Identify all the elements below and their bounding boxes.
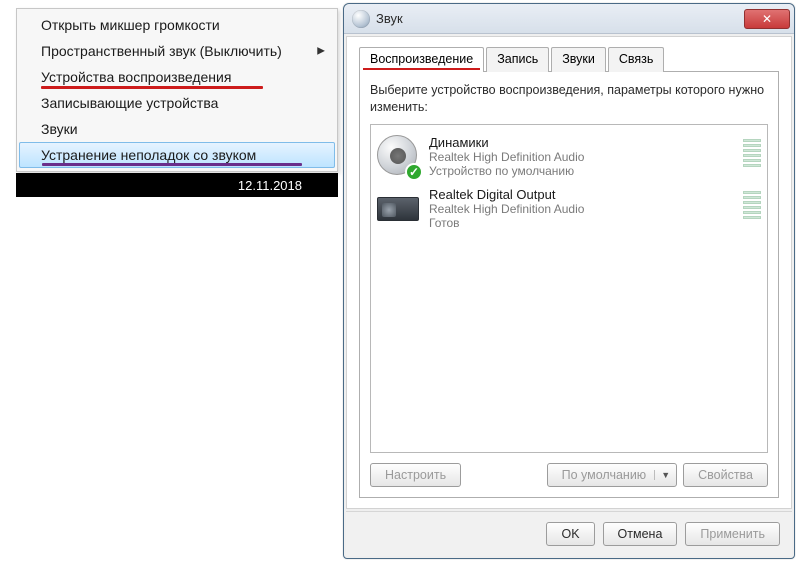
button-label: OK	[561, 527, 579, 541]
device-driver: Realtek High Definition Audio	[429, 150, 584, 164]
device-name: Realtek Digital Output	[429, 187, 584, 202]
dialog-footer: OK Отмена Применить	[346, 511, 792, 556]
taskbar-date: 12.11.2018	[238, 178, 302, 193]
button-label: Отмена	[618, 527, 663, 541]
close-icon: ✕	[762, 12, 772, 26]
device-button-row: Настроить По умолчанию ▼ Свойства	[370, 463, 768, 487]
tab-recording[interactable]: Запись	[486, 47, 549, 72]
ctx-label: Звуки	[41, 121, 78, 137]
ctx-item-volume-mixer[interactable]: Открыть микшер громкости	[19, 12, 335, 38]
sound-dialog: Звук ✕ Воспроизведение Запись Звуки Связ…	[343, 3, 795, 559]
ctx-item-spatial-sound[interactable]: Пространственный звук (Выключить) ▶	[19, 38, 335, 64]
set-default-button[interactable]: По умолчанию ▼	[547, 463, 677, 487]
tab-sounds[interactable]: Звуки	[551, 47, 606, 72]
annotation-underline-icon	[363, 68, 480, 70]
level-meter-icon	[743, 187, 761, 231]
tab-label: Запись	[497, 52, 538, 66]
device-status: Готов	[429, 216, 584, 230]
ctx-label: Пространственный звук (Выключить)	[41, 43, 282, 59]
button-label: Настроить	[385, 468, 446, 482]
annotation-underline-icon	[41, 86, 263, 89]
submenu-arrow-icon: ▶	[317, 46, 325, 57]
titlebar[interactable]: Звук ✕	[344, 4, 794, 34]
close-button[interactable]: ✕	[744, 9, 790, 29]
ctx-item-recording-devices[interactable]: Записывающие устройства	[19, 90, 335, 116]
device-status: Устройство по умолчанию	[429, 164, 584, 178]
device-text: Realtek Digital Output Realtek High Defi…	[429, 187, 584, 231]
tab-label: Воспроизведение	[370, 52, 473, 66]
device-item-speakers[interactable]: ✓ Динамики Realtek High Definition Audio…	[375, 131, 763, 183]
tabstrip: Воспроизведение Запись Звуки Связь	[359, 47, 779, 72]
button-label: Свойства	[698, 468, 753, 482]
cancel-button[interactable]: Отмена	[603, 522, 678, 546]
device-list[interactable]: ✓ Динамики Realtek High Definition Audio…	[370, 124, 768, 453]
ctx-label: Открыть микшер громкости	[41, 17, 220, 33]
ctx-label: Устранение неполадок со звуком	[41, 147, 256, 163]
annotation-underline-icon	[42, 163, 302, 166]
context-menu: Открыть микшер громкости Пространственны…	[16, 8, 338, 172]
ctx-item-playback-devices[interactable]: Устройства воспроизведения	[19, 64, 335, 90]
ctx-item-sounds[interactable]: Звуки	[19, 116, 335, 142]
default-check-icon: ✓	[405, 163, 423, 181]
tab-pane-playback: Выберите устройство воспроизведения, пар…	[359, 71, 779, 498]
tab-communications[interactable]: Связь	[608, 47, 665, 72]
digital-output-icon	[377, 187, 421, 231]
apply-button[interactable]: Применить	[685, 522, 780, 546]
properties-button[interactable]: Свойства	[683, 463, 768, 487]
ctx-item-troubleshoot-sound[interactable]: Устранение неполадок со звуком	[19, 142, 335, 168]
ok-button[interactable]: OK	[546, 522, 594, 546]
tab-label: Звуки	[562, 52, 595, 66]
window-title: Звук	[376, 11, 744, 26]
chevron-down-icon[interactable]: ▼	[654, 470, 670, 480]
sound-icon	[352, 10, 370, 28]
device-item-digital-output[interactable]: Realtek Digital Output Realtek High Defi…	[375, 183, 763, 235]
device-name: Динамики	[429, 135, 584, 150]
ctx-label: Записывающие устройства	[41, 95, 218, 111]
device-driver: Realtek High Definition Audio	[429, 202, 584, 216]
dialog-body: Воспроизведение Запись Звуки Связь Выбер…	[346, 36, 792, 509]
button-label: Применить	[700, 527, 765, 541]
configure-button[interactable]: Настроить	[370, 463, 461, 487]
device-text: Динамики Realtek High Definition Audio У…	[429, 135, 584, 179]
taskbar: 12.11.2018	[16, 173, 338, 197]
ctx-label: Устройства воспроизведения	[41, 69, 231, 85]
tab-playback[interactable]: Воспроизведение	[359, 47, 484, 72]
level-meter-icon	[743, 135, 761, 179]
tab-label: Связь	[619, 52, 654, 66]
button-label: По умолчанию	[562, 468, 647, 482]
instruction-text: Выберите устройство воспроизведения, пар…	[370, 82, 768, 116]
speaker-icon: ✓	[377, 135, 421, 179]
